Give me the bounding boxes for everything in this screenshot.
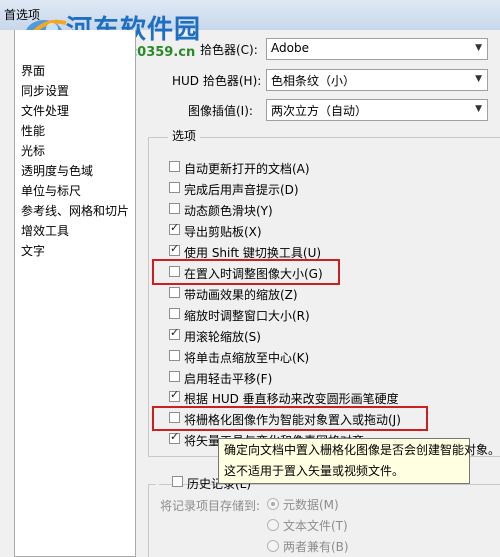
checkbox[interactable] [169, 430, 180, 444]
chevron-down-icon: ▼ [475, 104, 482, 114]
options-group-title: 选项 [168, 127, 201, 144]
radio-text-file-label: 文本文件(T) [283, 519, 348, 533]
sidebar-item-units-rulers[interactable]: 单位与标尺 [21, 182, 81, 199]
color-picker-select[interactable]: Adobe ▼ [266, 38, 488, 60]
sidebar-item-cursors[interactable]: 光标 [21, 142, 45, 159]
color-picker-label: 拾色器(C): [200, 43, 258, 57]
chevron-down-icon: ▼ [475, 43, 482, 53]
hud-color-picker-label: HUD 拾色器(H): [172, 74, 262, 88]
radio-both[interactable] [267, 540, 279, 552]
sidebar-item-sync-settings[interactable]: 同步设置 [21, 82, 69, 99]
checkbox[interactable] [169, 221, 180, 235]
image-interpolation-value: 两次立方（自动） [271, 104, 368, 118]
checkbox[interactable] [169, 350, 180, 361]
sidebar-item-performance[interactable]: 性能 [21, 122, 45, 139]
color-picker-value: Adobe [271, 41, 309, 55]
tooltip-line-1: 确定向文档中置入栅格化图像是否会创建智能对象。 [224, 443, 500, 457]
window-title: 首选项 [4, 8, 41, 22]
title-bar: 首选项 [0, 0, 500, 30]
sidebar-item-guides-grid-slices[interactable]: 参考线、网格和切片 [21, 202, 129, 219]
preferences-sidebar: 界面 同步设置 文件处理 性能 光标 透明度与色域 单位与标尺 参考线、网格和切… [14, 30, 136, 557]
sidebar-item-transparency-gamut[interactable]: 透明度与色域 [21, 162, 93, 179]
radio-metadata[interactable] [267, 498, 279, 510]
checkbox[interactable] [169, 371, 180, 382]
highlight-box-smart-object [152, 406, 428, 431]
checkbox[interactable] [169, 242, 180, 256]
checkbox[interactable] [169, 182, 180, 193]
checkbox[interactable] [169, 326, 180, 340]
highlight-box-resize-image [152, 259, 340, 285]
radio-both-label: 两者兼有(B) [283, 540, 349, 554]
hud-color-picker-value: 色相条纹（小） [271, 74, 356, 88]
checkbox[interactable] [169, 287, 180, 298]
checkbox[interactable] [169, 203, 180, 214]
image-interpolation-label: 图像插值(I): [188, 104, 253, 118]
chevron-down-icon: ▼ [475, 74, 482, 84]
sidebar-item-interface[interactable]: 界面 [21, 62, 45, 79]
sidebar-item-file-handling[interactable]: 文件处理 [21, 102, 69, 119]
hud-color-picker-select[interactable]: 色相条纹（小） ▼ [266, 69, 488, 91]
radio-text-file[interactable] [267, 519, 279, 531]
checkbox[interactable] [172, 476, 183, 487]
radio-metadata-label: 元数据(M) [283, 498, 339, 512]
image-interpolation-select[interactable]: 两次立方（自动） ▼ [266, 99, 488, 121]
checkbox[interactable] [169, 161, 180, 172]
history-log-checkbox[interactable]: 历史记录(L) [156, 475, 251, 491]
sidebar-item-plug-ins[interactable]: 增效工具 [21, 222, 69, 239]
tooltip: 确定向文档中置入栅格化图像是否会创建智能对象。 这不适用于置入矢量或视频文件。 [218, 438, 500, 484]
save-log-items-to-label: 将记录项目存储到: [160, 499, 261, 513]
checkbox[interactable] [169, 388, 180, 402]
sidebar-item-type[interactable]: 文字 [21, 242, 45, 259]
checkbox[interactable] [169, 308, 180, 319]
tooltip-line-2: 这不适用于置入矢量或视频文件。 [224, 464, 405, 478]
